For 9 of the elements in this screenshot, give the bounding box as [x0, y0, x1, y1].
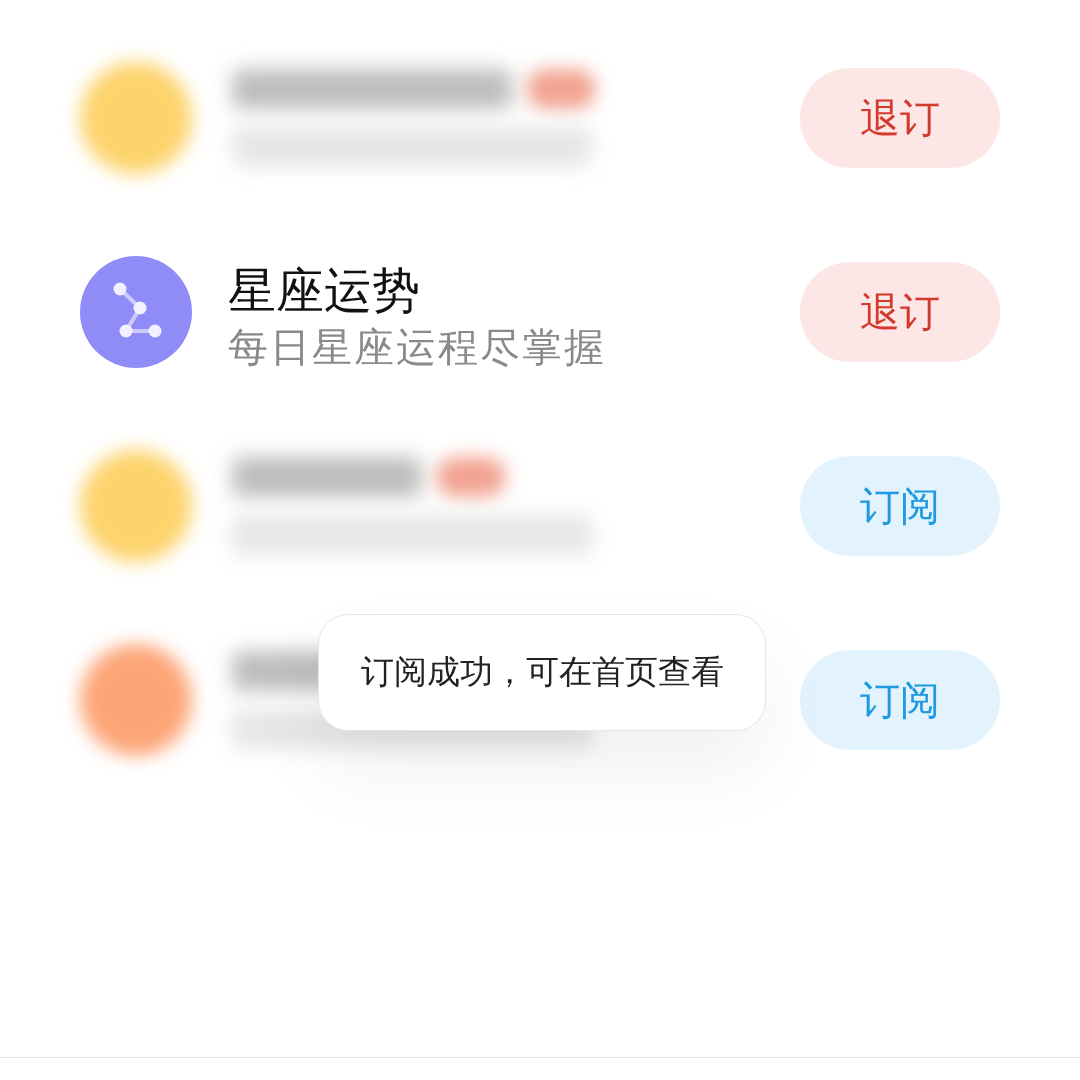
item-subtitle: 每日星座运程尽掌握	[228, 323, 606, 371]
item-title: 星座运势	[228, 263, 421, 317]
subscribe-button[interactable]: 订阅	[800, 650, 1000, 750]
unsubscribe-button[interactable]: 退订	[800, 262, 1000, 362]
blurred-badge	[526, 69, 596, 109]
blurred-badge	[436, 457, 506, 497]
subscribe-button[interactable]: 订阅	[800, 456, 1000, 556]
unsubscribe-button[interactable]: 退订	[800, 68, 1000, 168]
toast-message: 订阅成功，可在首页查看	[318, 614, 766, 731]
